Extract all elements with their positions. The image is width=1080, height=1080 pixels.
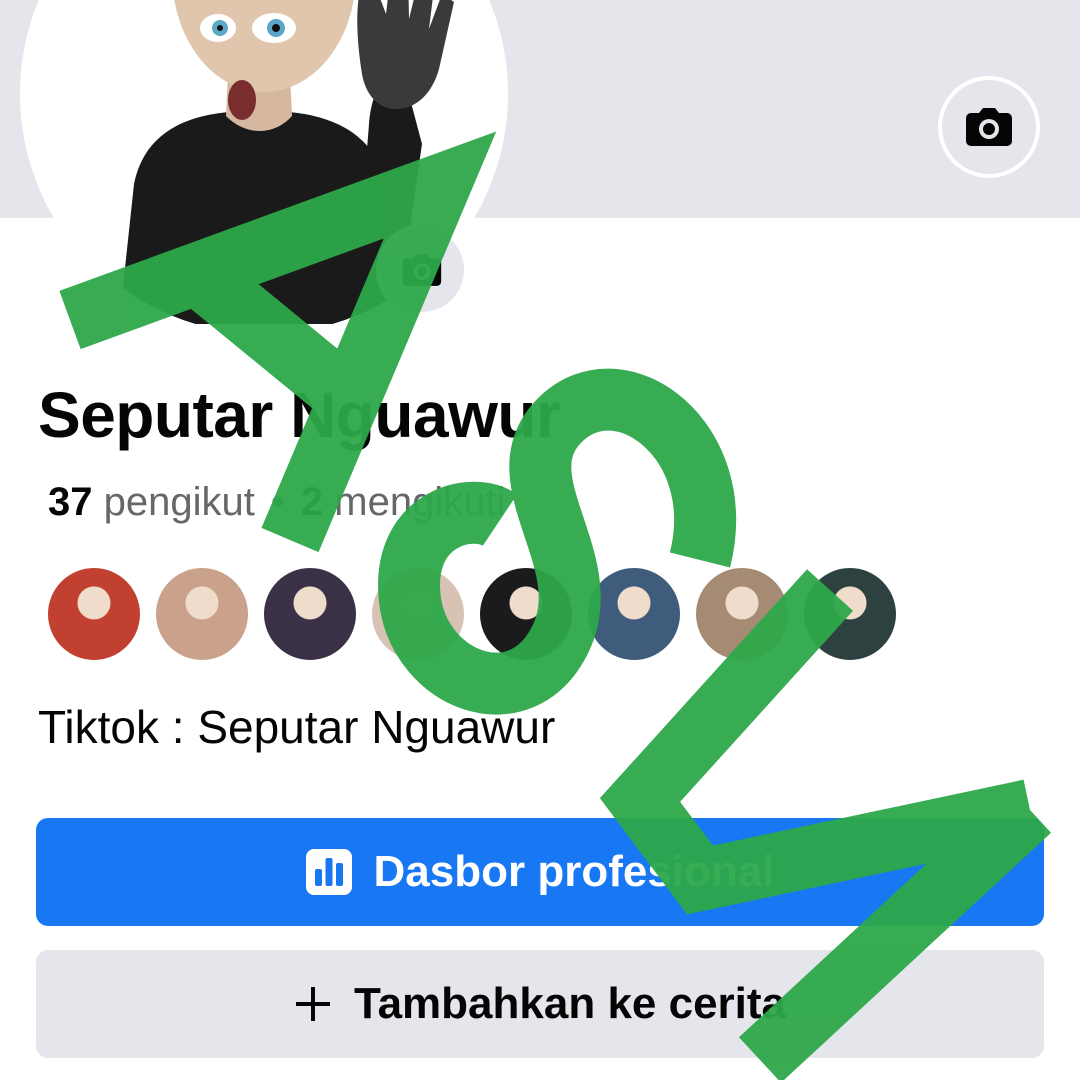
friend-avatar-2[interactable] — [154, 566, 250, 662]
friend-avatar-3[interactable] — [262, 566, 358, 662]
professional-dashboard-label: Dasbor profesional — [373, 847, 775, 896]
camera-icon — [402, 254, 442, 286]
profile-bio: Tiktok : Seputar Nguawur — [38, 701, 556, 753]
profile-name: Seputar Nguawur — [38, 379, 561, 451]
followers-link[interactable]: 37 pengikut — [48, 480, 255, 524]
followers-label: pengikut — [103, 480, 255, 524]
plus-icon — [294, 985, 332, 1023]
add-to-story-button[interactable]: Tambahkan ke cerita — [36, 950, 1044, 1058]
friend-avatar-8[interactable] — [802, 566, 898, 662]
edit-cover-button[interactable] — [938, 76, 1040, 178]
bar-chart-icon — [305, 849, 352, 895]
camera-icon — [966, 108, 1012, 146]
follow-stats: 37 pengikut • 2 mengikuti — [48, 480, 505, 525]
friend-avatar-4[interactable] — [370, 566, 466, 662]
following-count: 2 — [300, 480, 324, 524]
professional-dashboard-button[interactable]: Dasbor profesional — [36, 818, 1044, 926]
friend-avatar-7[interactable] — [694, 566, 790, 662]
add-to-story-label: Tambahkan ke cerita — [353, 979, 787, 1028]
following-label: mengikuti — [334, 480, 506, 524]
friend-avatar-6[interactable] — [586, 566, 682, 662]
followers-count: 37 — [48, 480, 93, 524]
friend-avatar-1[interactable] — [46, 566, 142, 662]
edit-profile-picture-button[interactable] — [376, 224, 468, 316]
friends-avatar-row — [46, 566, 910, 664]
following-link[interactable]: 2 mengikuti — [301, 480, 506, 524]
stats-separator: • — [270, 480, 285, 524]
friend-avatar-5[interactable] — [478, 566, 574, 662]
